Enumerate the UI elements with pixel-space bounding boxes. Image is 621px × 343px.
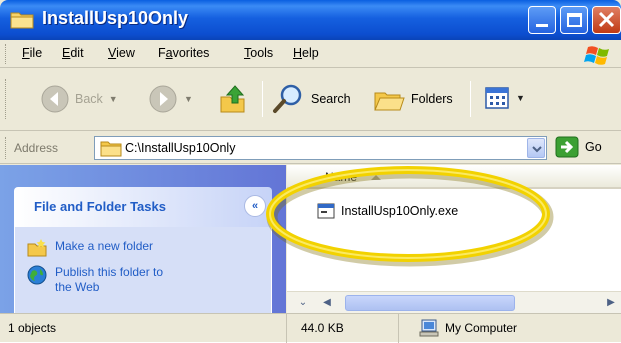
folder-icon	[100, 141, 122, 157]
status-size-cell: 44.0 KB	[287, 314, 399, 343]
menu-favorites[interactable]: Favorites	[158, 46, 209, 60]
forward-arrow-icon	[149, 85, 177, 113]
menu-grip[interactable]	[5, 44, 8, 64]
sort-ascending-icon	[371, 175, 381, 180]
up-folder-icon[interactable]	[218, 83, 248, 115]
horizontal-scrollbar[interactable]: ⌄ ◀ ▶	[287, 291, 621, 313]
back-button[interactable]: Back ▼	[40, 84, 118, 114]
task-pane: File and Folder Tasks « Make a new folde…	[0, 165, 286, 313]
status-location-cell: My Computer	[399, 314, 621, 343]
window-title: InstallUsp10Only	[42, 8, 189, 28]
status-bar: 1 objects 44.0 KB My Computer	[0, 313, 621, 343]
toolbar-separator	[262, 81, 263, 117]
menu-edit[interactable]: Edit	[62, 46, 84, 60]
address-input[interactable]: C:\InstallUsp10Only	[94, 136, 547, 160]
go-button[interactable]: Go	[555, 136, 602, 158]
status-objects-cell: 1 objects	[0, 314, 287, 343]
scroll-right-icon[interactable]: ▶	[601, 294, 621, 312]
file-folder-tasks-header[interactable]: File and Folder Tasks «	[14, 187, 272, 227]
minimize-button[interactable]	[528, 6, 556, 34]
task-make-new-folder[interactable]: Make a new folder	[27, 239, 153, 257]
search-icon	[273, 84, 302, 113]
status-objects: 1 objects	[8, 321, 57, 335]
address-value: C:\InstallUsp10Only	[125, 141, 236, 155]
addressbar-grip[interactable]	[5, 137, 8, 159]
maximize-button[interactable]	[560, 6, 588, 34]
task-label: Publish this folder to the Web	[55, 265, 164, 294]
file-name: InstallUsp10Only.exe	[341, 204, 459, 218]
minimize-icon	[536, 24, 548, 27]
status-location: My Computer	[445, 321, 518, 335]
explorer-window: InstallUsp10Only File Edit View Favorite…	[0, 0, 621, 343]
new-folder-icon	[27, 239, 47, 257]
search-label: Search	[311, 92, 351, 106]
scrollbar-thumb[interactable]	[345, 295, 515, 311]
views-dropdown-icon[interactable]: ▼	[516, 93, 525, 103]
column-name-label: Name	[325, 170, 358, 184]
standard-toolbar: Back ▼ ▼ Search Folders ▼	[0, 69, 621, 131]
status-size: 44.0 KB	[301, 321, 344, 335]
menu-help[interactable]: Help	[293, 46, 319, 60]
tasks-panel: Make a new folder Publish this folder to…	[14, 227, 272, 313]
search-button[interactable]: Search	[272, 83, 351, 115]
application-exe-icon	[317, 203, 335, 219]
folders-label: Folders	[411, 92, 453, 106]
globe-icon	[27, 265, 47, 285]
forward-button[interactable]: ▼	[148, 84, 193, 114]
scroll-left-icon[interactable]: ◀	[317, 294, 337, 312]
chevron-down-icon	[532, 146, 542, 153]
scroll-dropdown-icon[interactable]: ⌄	[293, 294, 313, 312]
file-item[interactable]: InstallUsp10Only.exe	[317, 203, 458, 219]
back-dropdown-icon[interactable]: ▼	[109, 94, 118, 104]
folders-button[interactable]: Folders	[372, 83, 453, 115]
go-label: Go	[585, 140, 602, 154]
my-computer-icon	[419, 319, 439, 337]
go-arrow-icon	[555, 136, 579, 158]
address-bar: Address C:\InstallUsp10Only Go	[0, 132, 621, 164]
task-publish-to-web[interactable]: Publish this folder to the Web	[27, 265, 163, 295]
back-label: Back	[75, 92, 103, 106]
views-icon	[485, 87, 509, 109]
back-arrow-icon	[41, 85, 69, 113]
folder-icon	[10, 12, 34, 29]
task-label: Make a new folder	[55, 239, 154, 253]
toolbar-separator	[470, 81, 471, 117]
windows-logo-icon	[584, 46, 609, 65]
close-icon	[598, 11, 615, 28]
menu-view[interactable]: View	[108, 46, 135, 60]
menu-bar: File Edit View Favorites Tools Help	[0, 40, 621, 68]
column-header-name[interactable]: Name	[287, 165, 621, 189]
menu-file[interactable]: File	[22, 46, 42, 60]
tasks-title: File and Folder Tasks	[34, 199, 166, 214]
views-button[interactable]: ▼	[484, 85, 525, 111]
address-label: Address	[14, 141, 59, 155]
close-button[interactable]	[592, 6, 621, 34]
folders-icon	[374, 92, 405, 111]
collapse-chevron-icon[interactable]: «	[244, 195, 266, 217]
menu-tools[interactable]: Tools	[244, 46, 273, 60]
forward-dropdown-icon[interactable]: ▼	[184, 94, 193, 104]
maximize-icon	[567, 13, 582, 27]
file-list-view[interactable]: Name InstallUsp10Only.exe ⌄ ◀ ▶	[287, 165, 621, 313]
title-bar[interactable]: InstallUsp10Only	[0, 0, 621, 40]
address-dropdown-button[interactable]	[527, 138, 545, 158]
toolbar-grip[interactable]	[5, 79, 8, 119]
